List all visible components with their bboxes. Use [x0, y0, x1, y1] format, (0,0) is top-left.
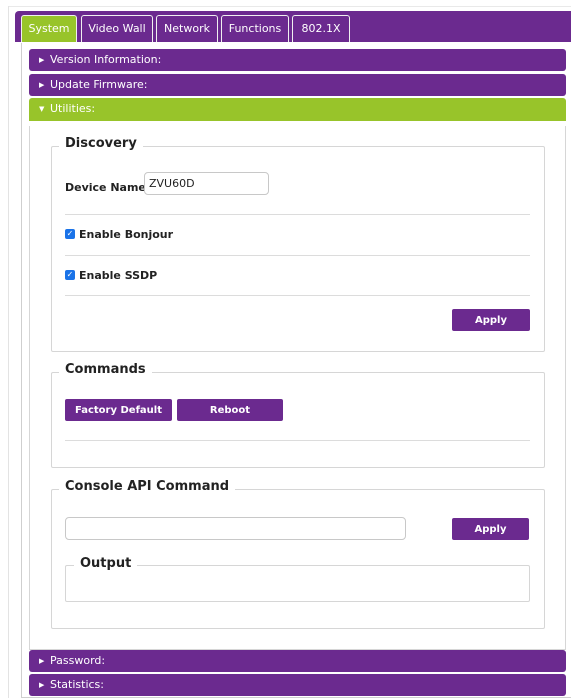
console-command-input[interactable] — [65, 517, 406, 540]
reboot-button[interactable]: Reboot — [177, 399, 283, 421]
enable-ssdp-label: Enable SSDP — [79, 269, 158, 282]
commands-title: Commands — [59, 362, 152, 377]
enable-bonjour-checkbox[interactable]: ✓ — [65, 229, 75, 239]
utilities-body: Discovery Device Name: ✓ Enable Bonjour … — [29, 126, 566, 650]
divider — [65, 295, 530, 296]
tab-network[interactable]: Network — [156, 15, 218, 42]
tab-functions[interactable]: Functions — [221, 15, 289, 42]
tab-video-wall[interactable]: Video Wall — [81, 15, 153, 42]
tab-bar: System Video Wall Network Functions 802.… — [15, 11, 571, 42]
accordion-label: Utilities: — [50, 102, 96, 115]
tab-system[interactable]: System — [21, 15, 77, 42]
accordion-statistics[interactable]: ▶ Statistics: — [29, 674, 566, 696]
device-name-input[interactable] — [144, 172, 269, 195]
caret-down-icon: ▼ — [39, 105, 45, 113]
divider — [65, 440, 530, 441]
discovery-apply-button[interactable]: Apply — [452, 309, 530, 331]
accordion-update-firmware[interactable]: ▶ Update Firmware: — [29, 74, 566, 96]
output-title: Output — [74, 556, 138, 571]
accordion-utilities[interactable]: ▼ Utilities: — [29, 98, 566, 121]
caret-right-icon: ▶ — [39, 81, 45, 89]
console-apply-button[interactable]: Apply — [452, 518, 529, 540]
caret-right-icon: ▶ — [39, 681, 45, 689]
accordion-password[interactable]: ▶ Password: — [29, 650, 566, 672]
accordion-label: Statistics: — [50, 678, 104, 691]
device-name-label: Device Name: — [65, 181, 151, 194]
accordion-label: Password: — [50, 654, 106, 667]
discovery-title: Discovery — [59, 136, 143, 151]
divider — [65, 214, 530, 215]
enable-ssdp-checkbox[interactable]: ✓ — [65, 270, 75, 280]
accordion-label: Version Information: — [50, 53, 162, 66]
app-frame: System Video Wall Network Functions 802.… — [8, 6, 571, 698]
enable-bonjour-label: Enable Bonjour — [79, 228, 174, 241]
accordion-version-information[interactable]: ▶ Version Information: — [29, 49, 566, 71]
accordion-label: Update Firmware: — [50, 78, 148, 91]
caret-right-icon: ▶ — [39, 657, 45, 665]
divider — [65, 255, 530, 256]
factory-default-button[interactable]: Factory Default — [65, 399, 172, 421]
top-divider — [9, 6, 571, 7]
caret-right-icon: ▶ — [39, 56, 45, 64]
tab-8021x[interactable]: 802.1X — [292, 15, 350, 42]
console-api-title: Console API Command — [59, 479, 236, 494]
